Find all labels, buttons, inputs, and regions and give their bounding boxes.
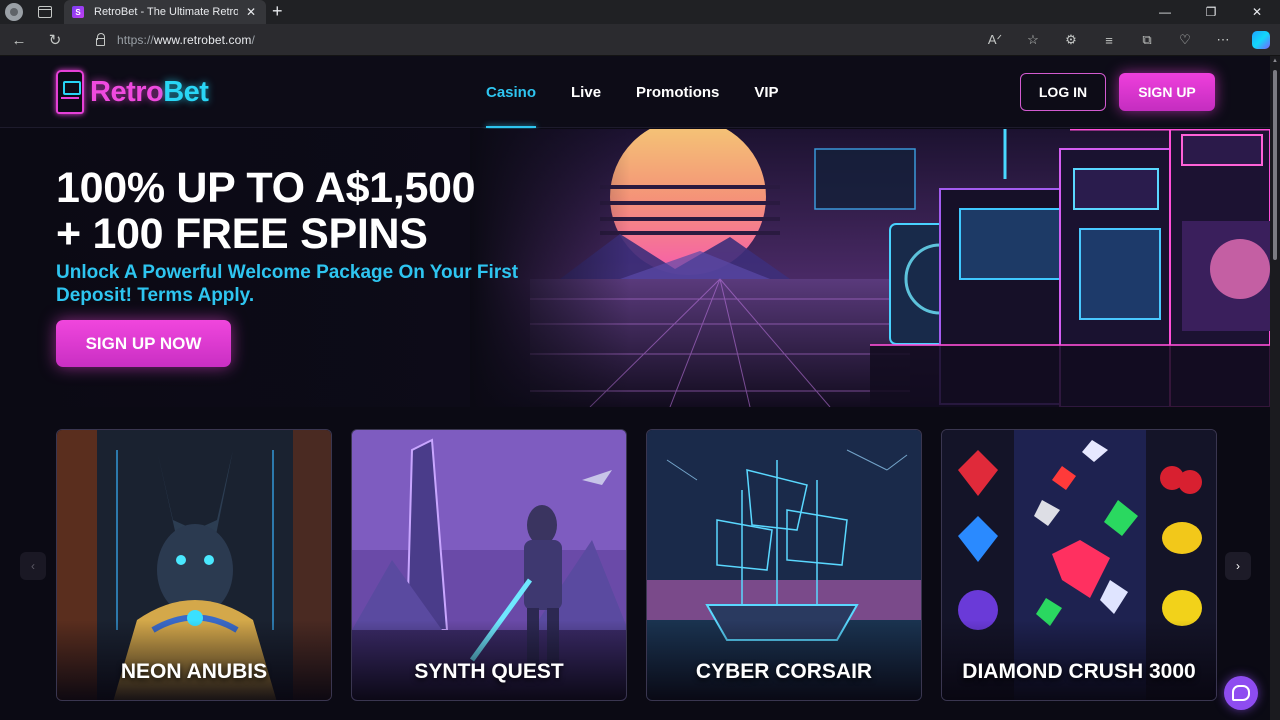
back-icon[interactable]: ← [11, 32, 27, 49]
tab-actions-icon[interactable] [38, 6, 52, 18]
window-controls: — ❐ ✕ [1142, 0, 1280, 24]
chevron-right-icon: › [1236, 559, 1240, 573]
nav-live[interactable]: Live [571, 56, 601, 128]
nav-vip[interactable]: VIP [754, 56, 778, 128]
page-scrollbar[interactable]: ▲ [1270, 56, 1280, 720]
profile-icon[interactable] [5, 3, 23, 21]
collections-icon[interactable]: ⧉ [1128, 30, 1166, 50]
hero-banner: 100% UP TO A$1,500 + 100 FREE SPINS Unloc… [0, 129, 1270, 407]
carousel-prev-button[interactable]: ‹ [20, 552, 46, 580]
browser-address-bar: ← ↻ https://www.retrobet.com/ Aᐟ ☆ ⚙ ≡ ⧉… [0, 24, 1280, 56]
login-button[interactable]: LOG IN [1020, 73, 1106, 111]
tab-close-icon[interactable]: ✕ [246, 5, 256, 19]
more-menu-icon[interactable]: ⋯ [1204, 30, 1242, 50]
favicon-icon: S [72, 6, 84, 18]
chat-bubble-icon[interactable] [1224, 676, 1258, 710]
nav-promotions[interactable]: Promotions [636, 56, 719, 128]
browser-tab-active[interactable]: S RetroBet - The Ultimate Retro C ✕ [64, 0, 266, 24]
game-title: DIAMOND CRUSH 3000 [962, 660, 1196, 683]
read-aloud-icon[interactable]: Aᐟ [976, 30, 1014, 50]
browser-toolbar-icons: Aᐟ ☆ ⚙ ≡ ⧉ ♡ ⋯ [976, 30, 1270, 50]
signup-now-button[interactable]: SIGN UP NOW [56, 320, 231, 367]
scrollbar-thumb[interactable] [1273, 70, 1277, 260]
performance-icon[interactable]: ♡ [1166, 30, 1204, 50]
game-card-neon-anubis[interactable]: NEON ANUBIS [56, 429, 332, 701]
minimize-icon[interactable]: — [1142, 0, 1188, 24]
arcade-cabinet-icon [56, 70, 84, 114]
extensions-icon[interactable]: ⚙ [1052, 30, 1090, 50]
game-title: CYBER CORSAIR [695, 660, 873, 683]
nav-casino[interactable]: Casino [486, 56, 537, 128]
site-header: RetroBet Casino Live Promotions VIP LOG … [0, 56, 1270, 128]
lock-icon[interactable] [96, 33, 105, 46]
copilot-icon[interactable] [1252, 31, 1270, 49]
favorites-list-icon[interactable]: ≡ [1090, 30, 1128, 50]
close-window-icon[interactable]: ✕ [1234, 0, 1280, 24]
signup-button[interactable]: SIGN UP [1119, 73, 1215, 111]
retrobet-logo[interactable]: RetroBet [56, 70, 209, 114]
main-nav: Casino Live Promotions VIP [486, 56, 814, 128]
game-carousel: NEON ANUBIS SYNTH QUEST CYBER CORSAIR DI… [56, 429, 1217, 701]
favorite-star-icon[interactable]: ☆ [1014, 30, 1052, 50]
scroll-up-icon[interactable]: ▲ [1272, 58, 1278, 64]
reload-icon[interactable]: ↻ [47, 32, 63, 49]
game-card-diamond-crush-3000[interactable]: DIAMOND CRUSH 3000 [941, 429, 1217, 701]
page: RetroBet Casino Live Promotions VIP LOG … [0, 56, 1270, 720]
game-title: NEON ANUBIS [120, 660, 268, 683]
game-card-cyber-corsair[interactable]: CYBER CORSAIR [646, 429, 922, 701]
carousel-next-button[interactable]: › [1225, 552, 1251, 580]
url-text: https://www.retrobet.com/ [117, 33, 255, 47]
chevron-left-icon: ‹ [31, 559, 35, 573]
new-tab-icon[interactable]: + [272, 2, 283, 20]
game-card-synth-quest[interactable]: SYNTH QUEST [351, 429, 627, 701]
logo-wordmark: RetroBet [90, 75, 209, 108]
game-title: SYNTH QUEST [414, 660, 564, 683]
hero-headline: 100% UP TO A$1,500 + 100 FREE SPINS [56, 164, 476, 258]
maximize-icon[interactable]: ❐ [1188, 0, 1234, 24]
browser-tab-bar: S RetroBet - The Ultimate Retro C ✕ + — … [0, 0, 1280, 24]
tab-title: RetroBet - The Ultimate Retro C [94, 6, 238, 18]
hero-subtext: Unlock A Powerful Welcome Package On You… [56, 262, 519, 306]
